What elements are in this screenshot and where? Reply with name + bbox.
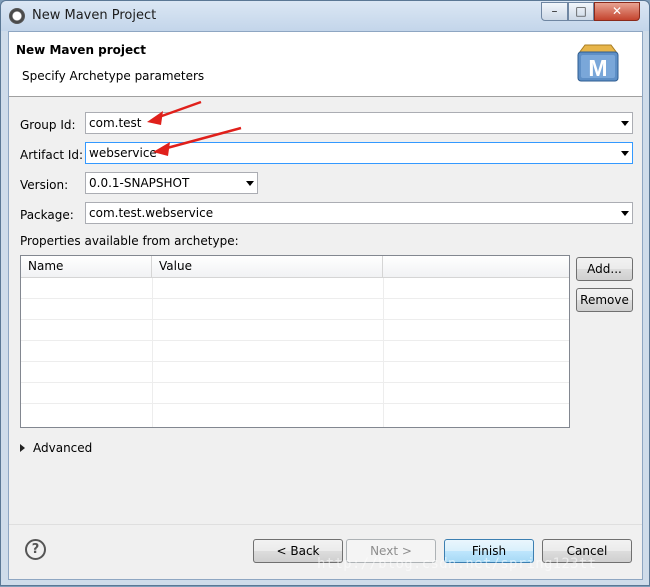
row-divider: [21, 319, 569, 320]
version-label: Version:: [20, 178, 69, 192]
wizard-subtitle: Specify Archetype parameters: [22, 69, 205, 83]
column-header-name[interactable]: Name: [21, 256, 152, 278]
maximize-button[interactable]: □: [568, 2, 594, 21]
wizard-title: New Maven project: [16, 43, 147, 57]
properties-label: Properties available from archetype:: [20, 234, 239, 248]
chevron-down-icon[interactable]: [621, 211, 629, 216]
chevron-down-icon[interactable]: [246, 181, 254, 186]
title-bar[interactable]: New Maven Project – □ ✕: [1, 1, 649, 31]
watermark-text: http://blog.csdn.net/spring123tt: [317, 556, 597, 572]
wizard-banner: New Maven project Specify Archetype para…: [9, 32, 642, 97]
table-header: Name Value: [21, 256, 569, 278]
properties-table[interactable]: Name Value: [20, 255, 570, 428]
dialog-client-area: New Maven project Specify Archetype para…: [8, 31, 643, 580]
package-value: com.test.webservice: [89, 206, 214, 220]
artifact-id-combo[interactable]: webservice: [85, 142, 633, 164]
version-value: 0.0.1-SNAPSHOT: [89, 176, 190, 190]
advanced-label: Advanced: [33, 441, 93, 455]
add-property-button[interactable]: Add...: [576, 257, 633, 281]
maven-logo-icon: M: [577, 44, 619, 82]
remove-property-button[interactable]: Remove: [576, 288, 633, 312]
eclipse-icon: [9, 8, 25, 24]
column-divider: [152, 278, 153, 427]
artifact-id-label: Artifact Id:: [20, 148, 84, 162]
column-header-value[interactable]: Value: [152, 256, 383, 278]
group-id-combo[interactable]: com.test: [85, 112, 633, 134]
package-label: Package:: [20, 208, 74, 222]
row-divider: [21, 298, 569, 299]
artifact-id-value: webservice: [89, 146, 157, 160]
footer-divider: [9, 524, 642, 525]
row-divider: [21, 361, 569, 362]
expand-triangle-icon[interactable]: [20, 444, 25, 452]
row-divider: [21, 403, 569, 404]
chevron-down-icon[interactable]: [621, 151, 629, 156]
version-combo[interactable]: 0.0.1-SNAPSHOT: [85, 172, 258, 194]
column-divider: [383, 278, 384, 427]
minimize-button[interactable]: –: [541, 2, 568, 21]
row-divider: [21, 340, 569, 341]
window-title: New Maven Project: [32, 8, 157, 23]
row-divider: [21, 382, 569, 383]
group-id-label: Group Id:: [20, 118, 76, 132]
dialog-window: New Maven Project – □ ✕ New Maven projec…: [0, 0, 650, 586]
close-button[interactable]: ✕: [594, 2, 640, 21]
chevron-down-icon[interactable]: [621, 121, 629, 126]
advanced-toggle[interactable]: Advanced: [20, 441, 92, 455]
group-id-value: com.test: [89, 116, 142, 130]
package-combo[interactable]: com.test.webservice: [85, 202, 633, 224]
maven-logo-letter: M: [588, 55, 607, 81]
help-icon[interactable]: ?: [25, 539, 46, 560]
